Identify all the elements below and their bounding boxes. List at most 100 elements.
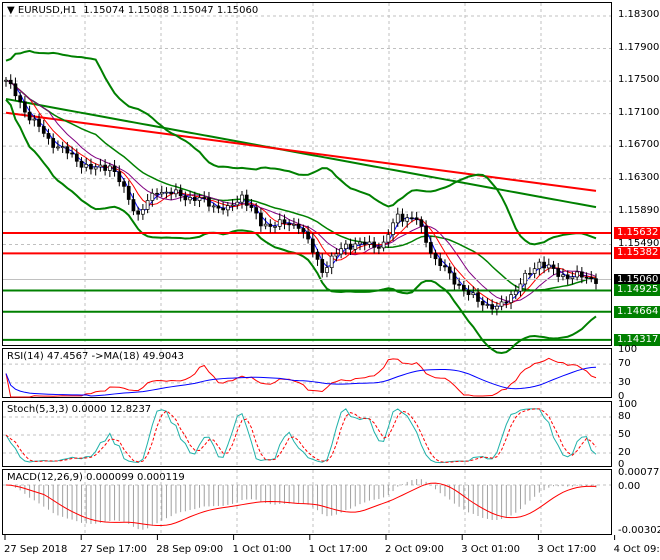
candle-body	[263, 223, 268, 227]
stoch-axis-label: 80	[618, 411, 631, 422]
candle-body	[523, 272, 528, 285]
candle-body	[103, 164, 107, 171]
candle-body	[230, 204, 235, 207]
candle-body	[518, 283, 523, 292]
stoch-axis-label: 100	[618, 399, 638, 410]
candle-body	[282, 219, 287, 224]
time-axis-label: 1 Oct 01:00	[232, 544, 292, 555]
candle-body	[211, 205, 216, 208]
price-axis-label: 1.15890	[618, 205, 660, 216]
candle-body	[112, 165, 117, 172]
macd-signal-line	[5, 482, 597, 527]
time-axis-label: 3 Oct 01:00	[461, 544, 521, 555]
candle-body	[433, 252, 438, 260]
candle-body	[334, 253, 339, 257]
level-tag: 1.14925	[614, 284, 660, 297]
candle-body	[348, 243, 353, 250]
candle-body	[466, 290, 471, 296]
candle-body	[495, 305, 499, 310]
candle-body	[70, 152, 74, 155]
candle-body	[391, 222, 395, 235]
candle-body	[56, 146, 60, 149]
candle-body	[579, 271, 584, 278]
candle-body	[89, 163, 93, 170]
candle-body	[240, 194, 244, 203]
candle-body	[122, 181, 126, 187]
candle-body	[353, 243, 358, 250]
candle-body	[419, 219, 424, 227]
candle-body	[13, 83, 18, 97]
candle-body	[528, 272, 532, 275]
candle-body	[381, 241, 386, 249]
level-tag: 1.15632	[614, 226, 660, 239]
candle-body	[296, 223, 301, 229]
bollinger-middle	[5, 79, 597, 291]
candle-body	[244, 194, 249, 206]
stoch-axis-label: 50	[618, 429, 631, 440]
candle-body	[372, 241, 377, 248]
mt4-chart-window: ▼ EURUSD,H1 1.15074 1.15088 1.15047 1.15…	[0, 0, 660, 560]
candle-body	[424, 226, 428, 243]
candle-body	[301, 228, 306, 233]
candle-body	[178, 189, 183, 197]
candle-body	[249, 205, 254, 208]
candle-body	[259, 212, 263, 227]
rsi-axis-label: 70	[618, 358, 631, 370]
candle-body	[8, 79, 13, 85]
time-axis-label: 4 Oct 09:00	[613, 544, 660, 555]
candle-body	[41, 126, 46, 134]
candle-body	[197, 197, 202, 201]
level-tag: 1.14664	[614, 305, 660, 318]
candle-body	[414, 217, 419, 221]
candle-body	[480, 301, 485, 306]
candle-body	[306, 231, 310, 240]
candle-body	[207, 197, 211, 207]
macd-axis-label: 0.000775	[618, 467, 660, 479]
candle-body	[395, 213, 400, 224]
candle-body	[509, 294, 513, 303]
candle-body	[457, 283, 461, 286]
time-axis-label: 28 Sep 09:00	[156, 544, 224, 555]
candle-body	[51, 138, 56, 148]
ma-green-line	[5, 97, 597, 209]
candle-body	[367, 241, 372, 245]
candle-body	[362, 241, 367, 245]
time-axis-label: 27 Sep 17:00	[80, 544, 147, 555]
candle-body	[565, 274, 570, 279]
candle-body	[343, 243, 348, 250]
candle-body	[126, 186, 131, 200]
candle-body	[273, 226, 277, 228]
candle-body	[410, 217, 414, 220]
time-axis-label: 1 Oct 17:00	[308, 544, 368, 555]
time-axis-label: 3 Oct 17:00	[537, 544, 597, 555]
candle-body	[504, 301, 509, 304]
price-axis-label: 1.17900	[618, 41, 660, 53]
candle-body	[461, 285, 466, 291]
candle-body	[537, 261, 542, 270]
candle-body	[216, 205, 221, 209]
candle-body	[235, 201, 240, 206]
candle-body	[428, 242, 433, 254]
candle-body	[589, 277, 594, 280]
candle-body	[584, 276, 589, 279]
candle-body	[188, 197, 192, 201]
candle-body	[159, 192, 164, 195]
candle-body	[23, 101, 27, 113]
macd-axis-label: -0.00302	[618, 525, 660, 536]
candle-body	[37, 118, 41, 127]
candle-body	[329, 255, 334, 268]
macd-axis-label: 0.00	[618, 480, 641, 492]
candle-body	[556, 268, 561, 277]
candle-body	[32, 118, 37, 121]
candle-body	[476, 292, 480, 302]
rsi-axis-label: 100	[618, 344, 638, 355]
candle-body	[221, 207, 225, 211]
candle-body	[447, 266, 452, 274]
candle-body	[438, 258, 443, 267]
candle-body	[79, 160, 84, 168]
candle-body	[93, 166, 98, 170]
candle-body	[339, 248, 343, 255]
candle-body	[4, 79, 8, 82]
candle-body	[310, 238, 315, 253]
price-axis-label: 1.17500	[618, 74, 660, 86]
